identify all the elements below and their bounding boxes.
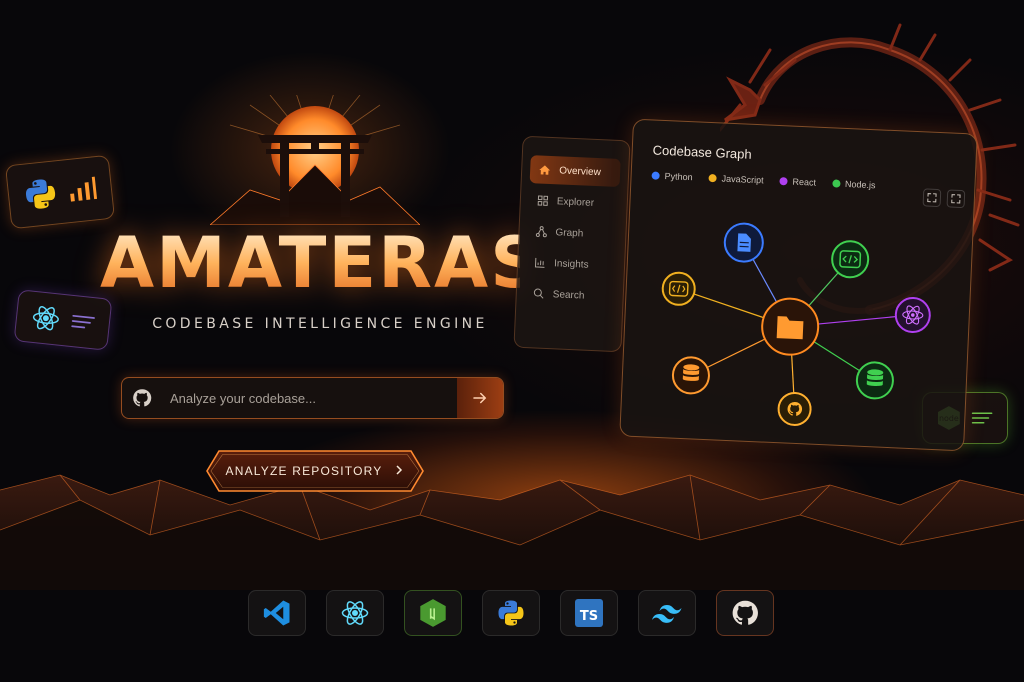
- react-floating-card: [13, 289, 113, 351]
- sidebar-item-label: Overview: [558, 164, 602, 178]
- codebase-graph: [661, 222, 931, 426]
- brand-tagline: CODEBASE INTELLIGENCE ENGINE: [152, 316, 488, 332]
- tech-stack-row: TS: [248, 590, 774, 636]
- python-floating-card: [4, 154, 116, 230]
- brand-title: AMATERASU: [100, 222, 602, 304]
- sun-torii-emblem: [210, 95, 420, 225]
- codebase-graph-panel: Codebase Graph Python JavaScript React N…: [619, 118, 978, 452]
- vscode-icon[interactable]: [248, 590, 306, 636]
- react-icon[interactable]: [894, 297, 931, 334]
- arrow-right-icon: [473, 392, 487, 404]
- sidebar-item-label: Explorer: [556, 195, 595, 209]
- sidebar-nav: Overview Explorer Graph Insights Search: [513, 135, 631, 353]
- home-icon: [539, 164, 551, 175]
- sidebar-item-overview[interactable]: Overview: [529, 155, 621, 188]
- text-lines-icon: [971, 412, 993, 424]
- code-icon[interactable]: [831, 240, 870, 279]
- sidebar-item-explorer[interactable]: Explorer: [528, 186, 619, 218]
- bar-chart-icon: [534, 257, 545, 268]
- python-logo-icon[interactable]: [482, 590, 540, 636]
- folder-icon[interactable]: [761, 297, 820, 356]
- tailwind-icon[interactable]: [638, 590, 696, 636]
- nodejs-logo-icon[interactable]: [404, 590, 462, 636]
- search-icon: [533, 288, 544, 299]
- sidebar-item-insights[interactable]: Insights: [526, 248, 617, 280]
- github-icon[interactable]: [777, 391, 812, 426]
- text-lines-icon: [70, 314, 95, 329]
- search-submit-button[interactable]: [457, 378, 503, 418]
- react-logo-icon[interactable]: [326, 590, 384, 636]
- sidebar-item-label: Graph: [555, 226, 584, 239]
- code-icon[interactable]: [661, 271, 696, 306]
- python-logo-icon: [26, 179, 56, 209]
- sidebar-item-label: Search: [552, 288, 585, 302]
- github-icon[interactable]: [716, 590, 774, 636]
- mountain-range: [0, 474, 1024, 590]
- analyze-button-label: ANALYZE REPOSITORY: [225, 464, 383, 478]
- analyze-repository-button[interactable]: ANALYZE REPOSITORY: [205, 449, 425, 493]
- chevron-right-icon: [394, 464, 404, 478]
- grid-icon: [537, 195, 549, 206]
- sidebar-item-label: Insights: [553, 257, 589, 271]
- database-icon[interactable]: [671, 356, 710, 395]
- github-icon: [122, 378, 162, 418]
- repo-search-bar: [121, 377, 504, 419]
- typescript-icon[interactable]: TS: [560, 590, 618, 636]
- react-logo-icon: [32, 306, 59, 331]
- document-icon[interactable]: [723, 222, 764, 263]
- sidebar-item-graph[interactable]: Graph: [527, 217, 618, 249]
- repo-search-input[interactable]: [162, 378, 457, 418]
- typescript-label: TS: [579, 609, 599, 624]
- database-icon[interactable]: [855, 361, 894, 400]
- graph-icon: [535, 226, 547, 238]
- bar-chart-icon: [70, 176, 97, 202]
- sidebar-item-search[interactable]: Search: [524, 279, 615, 311]
